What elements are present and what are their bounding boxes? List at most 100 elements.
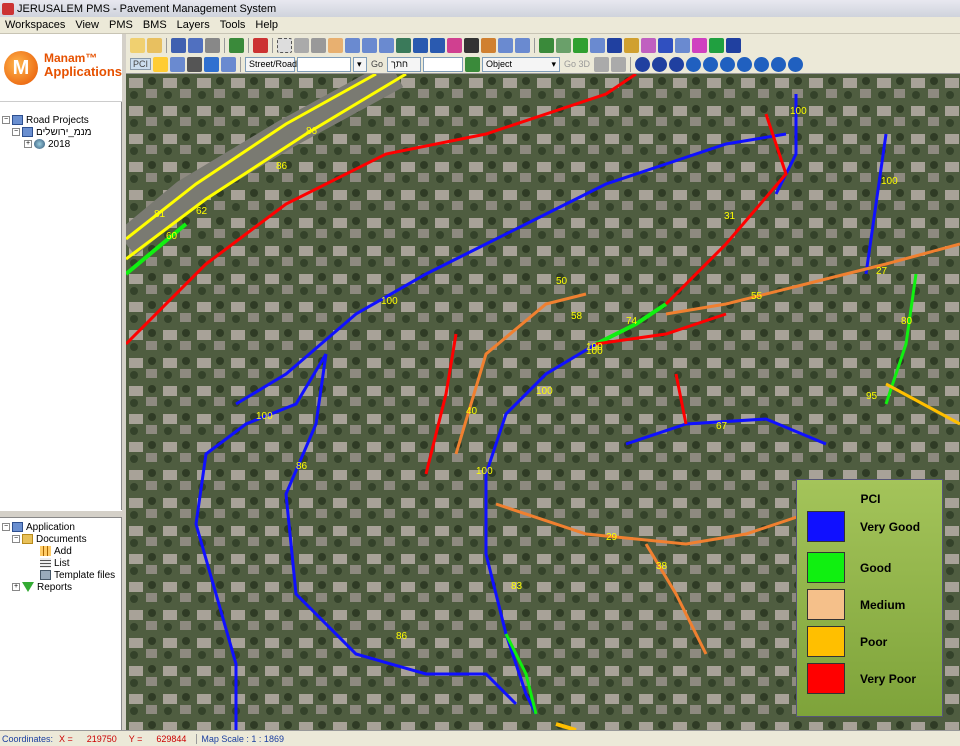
save-all-icon[interactable] xyxy=(188,37,203,53)
legend-swatch xyxy=(807,552,845,583)
tag-icon[interactable] xyxy=(624,37,639,53)
info-icon[interactable] xyxy=(607,37,622,53)
tree-row-documents[interactable]: − Documents xyxy=(2,533,115,545)
undo-icon[interactable] xyxy=(413,37,428,53)
y-value: 629844 xyxy=(156,733,187,744)
collapse-icon[interactable]: − xyxy=(12,535,20,543)
collapse-icon[interactable]: − xyxy=(2,523,10,531)
street-road-dropdown[interactable]: Street/Road xyxy=(245,56,297,72)
globe-icon[interactable] xyxy=(396,37,411,53)
collapse-icon[interactable]: − xyxy=(2,116,10,124)
collapse-icon[interactable]: − xyxy=(12,128,20,136)
nav-icon[interactable] xyxy=(465,56,481,72)
go-3d-button[interactable]: Go 3D xyxy=(562,59,592,69)
open-icon[interactable] xyxy=(130,37,145,53)
tree-row-project[interactable]: − מנמ_ירושלים xyxy=(2,126,92,138)
zoom-out-icon[interactable] xyxy=(362,37,377,53)
pci-button[interactable]: PCI xyxy=(130,58,152,70)
menu-view[interactable]: View xyxy=(70,19,104,31)
excel-icon[interactable] xyxy=(709,37,724,53)
separator xyxy=(630,56,632,72)
no-entry-icon[interactable] xyxy=(635,56,651,72)
menu-bms[interactable]: BMS xyxy=(138,19,172,31)
rotate-icon[interactable] xyxy=(594,56,610,72)
tree-label-templates: Template files xyxy=(54,569,116,581)
refresh-icon[interactable] xyxy=(720,56,736,72)
photo-icon[interactable] xyxy=(187,56,203,72)
select-rect-icon[interactable] xyxy=(277,37,292,53)
expand-icon[interactable]: + xyxy=(12,583,20,591)
legend-label: Very Good xyxy=(860,519,921,534)
layers-icon[interactable] xyxy=(229,37,244,53)
map-label-green-3: 80 xyxy=(901,316,913,327)
x-label: X = xyxy=(59,733,73,744)
panel-splitter[interactable] xyxy=(0,510,122,518)
edit-icon[interactable] xyxy=(590,37,605,53)
crosshair-icon[interactable] xyxy=(204,56,220,72)
go-button[interactable]: Go xyxy=(369,59,385,69)
object-dropdown[interactable]: Object ▾ xyxy=(482,56,561,72)
compass-icon[interactable] xyxy=(221,56,237,72)
x-value: 219750 xyxy=(86,733,117,744)
report-icon[interactable] xyxy=(692,37,707,53)
star-icon[interactable] xyxy=(658,37,673,53)
section-input[interactable] xyxy=(423,56,464,72)
section-dropdown[interactable]: חתך xyxy=(387,56,422,72)
tree-row-add[interactable]: Add xyxy=(2,545,115,557)
chevron-down-icon[interactable]: ▾ xyxy=(353,56,368,72)
close-3d-icon[interactable] xyxy=(611,56,627,72)
window-icon[interactable] xyxy=(726,37,741,53)
mail-icon[interactable] xyxy=(641,37,656,53)
zoom-in-icon[interactable] xyxy=(345,37,360,53)
separator xyxy=(248,37,249,53)
menu-pms[interactable]: PMS xyxy=(104,19,138,31)
chart-icon[interactable] xyxy=(675,37,690,53)
menu-tools[interactable]: Tools xyxy=(215,19,251,31)
graph-icon[interactable] xyxy=(498,37,513,53)
menu-layers[interactable]: Layers xyxy=(172,19,215,31)
tree-row-templates[interactable]: Template files xyxy=(2,569,115,581)
tree-row-road-projects[interactable]: − Road Projects xyxy=(2,114,92,126)
tree-row-list[interactable]: List xyxy=(2,557,115,569)
folder-open-icon[interactable] xyxy=(147,37,162,53)
tree-row-year[interactable]: + 2018 xyxy=(2,138,92,150)
globe-icon xyxy=(34,139,45,149)
zoom-extent-icon[interactable] xyxy=(379,37,394,53)
map-icon[interactable] xyxy=(515,37,530,53)
stack-icon[interactable] xyxy=(539,37,554,53)
filter-off-icon[interactable] xyxy=(669,56,685,72)
map-label-orange-1: 55 xyxy=(751,291,763,302)
save-icon[interactable] xyxy=(171,37,186,53)
folder-icon xyxy=(22,534,33,544)
menu-help[interactable]: Help xyxy=(250,19,283,31)
target-icon[interactable] xyxy=(686,56,702,72)
identify-icon[interactable] xyxy=(311,37,326,53)
grid-icon[interactable] xyxy=(556,37,571,53)
layer-yellow-icon[interactable] xyxy=(153,56,169,72)
locate-icon[interactable] xyxy=(788,56,804,72)
search-icon[interactable] xyxy=(754,56,770,72)
zoom-to-icon[interactable] xyxy=(703,56,719,72)
add-icon[interactable] xyxy=(573,37,588,53)
stop-icon[interactable] xyxy=(737,56,753,72)
pointer-icon[interactable] xyxy=(294,37,309,53)
pin-icon[interactable] xyxy=(464,37,479,53)
legend-swatch xyxy=(807,589,845,620)
menu-workspaces[interactable]: Workspaces xyxy=(0,19,70,31)
measure-icon[interactable] xyxy=(253,37,268,53)
separator xyxy=(224,37,225,53)
redo-icon[interactable] xyxy=(430,37,445,53)
camera-icon[interactable] xyxy=(447,37,462,53)
map-label-orange-5: 50 xyxy=(556,276,568,287)
pan-hand-icon[interactable] xyxy=(328,37,343,53)
table-icon[interactable] xyxy=(170,56,186,72)
tree-row-reports[interactable]: + Reports xyxy=(2,581,115,593)
tree-row-application[interactable]: − Application xyxy=(2,521,115,533)
cancel-icon[interactable] xyxy=(652,56,668,72)
street-input[interactable] xyxy=(297,56,352,72)
plus-circle-icon[interactable] xyxy=(771,56,787,72)
application-icon xyxy=(12,522,23,532)
person-icon[interactable] xyxy=(481,37,496,53)
expand-icon[interactable]: + xyxy=(24,140,32,148)
print-icon[interactable] xyxy=(205,37,220,53)
